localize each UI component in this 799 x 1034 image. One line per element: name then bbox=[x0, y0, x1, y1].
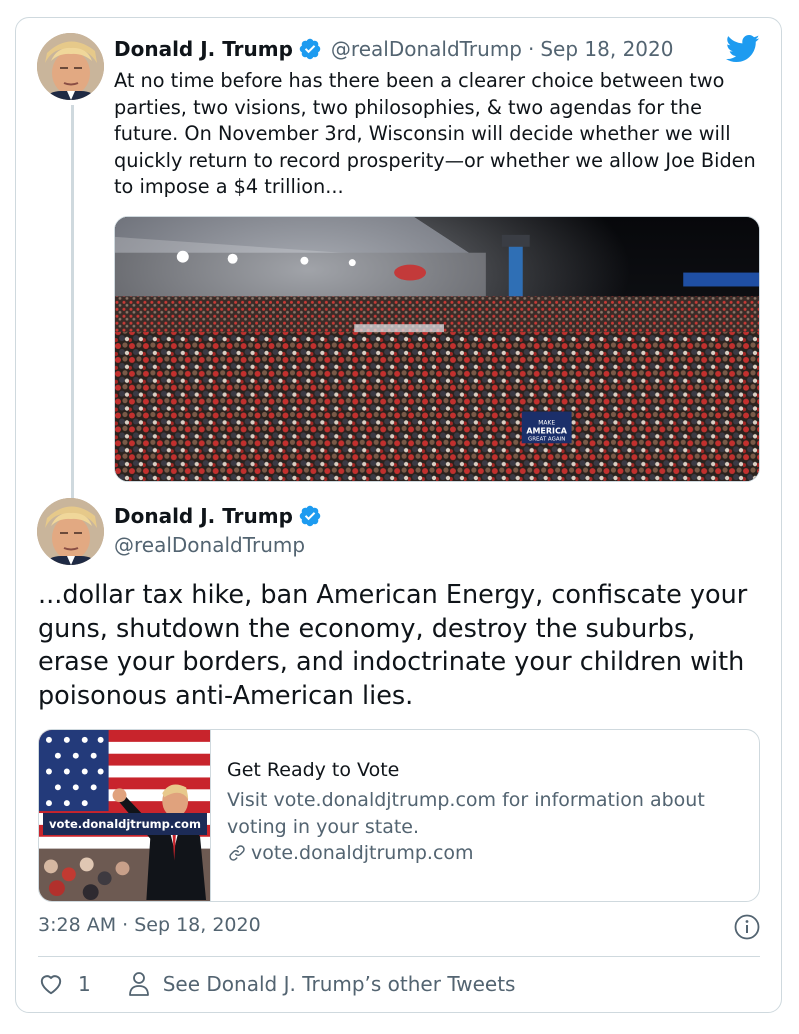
link-thumbnail: vote.donaldjtrump.com bbox=[39, 730, 211, 901]
verified-badge-icon bbox=[299, 38, 321, 60]
tweet-actions: 1 See Donald J. Trump’s other Tweets bbox=[38, 971, 515, 997]
separator-dot: · bbox=[528, 37, 535, 61]
tweet2-header: Donald J. Trump bbox=[114, 504, 322, 528]
author-name[interactable]: Donald J. Trump bbox=[114, 504, 293, 528]
link-url-row[interactable]: vote.donaldjtrump.com bbox=[227, 842, 707, 864]
like-count[interactable]: 1 bbox=[78, 972, 91, 996]
link-description: Visit vote.donaldjtrump.com for informat… bbox=[227, 789, 705, 838]
link-card-body: Get Ready to Vote Visit vote.donaldjtrum… bbox=[211, 730, 707, 901]
tweet1-text: At no time before has there been a clear… bbox=[114, 69, 756, 198]
thumbnail-url-label: vote.donaldjtrump.com bbox=[43, 813, 207, 835]
author-handle[interactable]: @realDonaldTrump bbox=[331, 37, 522, 61]
see-other-tweets-link[interactable]: See Donald J. Trump’s other Tweets bbox=[163, 972, 516, 996]
twitter-bird-icon[interactable] bbox=[726, 34, 760, 64]
verified-badge-icon bbox=[299, 505, 321, 527]
heart-icon[interactable] bbox=[38, 971, 64, 997]
link-icon bbox=[229, 845, 245, 861]
author-name[interactable]: Donald J. Trump bbox=[114, 37, 293, 61]
svg-text:AMERICA: AMERICA bbox=[526, 426, 567, 435]
tweet2-text: ...dollar tax hike, ban American Energy,… bbox=[38, 580, 748, 711]
embedded-tweet-card: Donald J. Trump @realDonaldTrump · Sep 1… bbox=[15, 17, 782, 1013]
tweet-date[interactable]: Sep 18, 2020 bbox=[540, 37, 673, 61]
svg-text:MAKE: MAKE bbox=[538, 419, 555, 426]
thread-connector-line bbox=[71, 105, 74, 502]
link-title[interactable]: Get Ready to Vote bbox=[227, 759, 707, 781]
person-icon[interactable] bbox=[127, 971, 151, 997]
tweet1-header: Donald J. Trump @realDonaldTrump · Sep 1… bbox=[114, 37, 673, 61]
info-icon[interactable] bbox=[734, 914, 760, 940]
link-url[interactable]: vote.donaldjtrump.com bbox=[251, 842, 474, 864]
tweet-timestamp[interactable]: 3:28 AM · Sep 18, 2020 bbox=[38, 914, 261, 936]
footer-divider bbox=[38, 956, 760, 957]
avatar[interactable] bbox=[37, 33, 104, 100]
tweet-photo[interactable]: MAKE AMERICA GREAT AGAIN bbox=[114, 216, 760, 482]
link-preview-card[interactable]: vote.donaldjtrump.com Get Ready to Vote … bbox=[38, 729, 760, 902]
avatar[interactable] bbox=[37, 498, 104, 565]
svg-text:GREAT AGAIN: GREAT AGAIN bbox=[528, 436, 565, 442]
author-handle[interactable]: @realDonaldTrump bbox=[114, 533, 305, 557]
